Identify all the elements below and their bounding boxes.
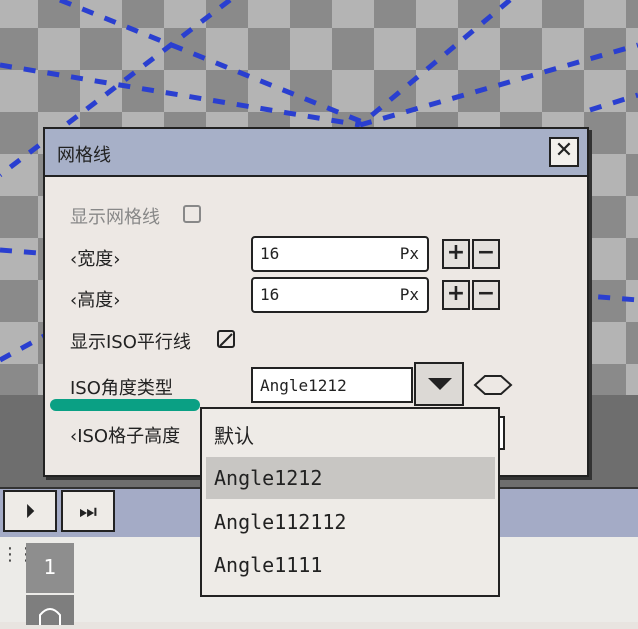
frame-cell[interactable]: [26, 595, 74, 625]
show-iso-checkbox[interactable]: [217, 330, 235, 348]
width-label: ‹宽度›: [70, 249, 121, 270]
drag-handle-icon[interactable]: ⋮⋮: [1, 546, 35, 580]
iso-angle-label: ISO角度类型: [70, 378, 173, 399]
height-label: ‹高度›: [70, 290, 121, 311]
dialog-titlebar[interactable]: 网格线 ✕: [45, 129, 587, 177]
height-decrement-button[interactable]: −: [472, 280, 500, 310]
iso-cell-height-label: ‹ISO格子高度: [70, 426, 181, 447]
close-button[interactable]: ✕: [549, 137, 579, 167]
height-field[interactable]: 16 Px: [251, 277, 429, 313]
show-iso-label: 显示ISO平行线: [70, 332, 191, 353]
width-field[interactable]: 16 Px: [251, 236, 429, 272]
onion-skin-icon: [39, 608, 61, 625]
height-increment-button[interactable]: +: [442, 280, 470, 310]
iso-angle-value: Angle1212: [260, 376, 347, 395]
height-value: 16: [260, 285, 280, 304]
width-increment-button[interactable]: +: [442, 239, 470, 269]
dropdown-option-angle112112[interactable]: Angle112112: [206, 501, 495, 543]
height-unit: Px: [399, 285, 419, 304]
focus-underline: [50, 399, 200, 411]
width-value: 16: [260, 244, 280, 263]
iso-angle-select[interactable]: Angle1212: [251, 367, 413, 403]
show-grid-label: 显示网格线: [70, 207, 160, 228]
iso-angle-dropdown-list: 默认 Angle1212 Angle112112 Angle1111: [200, 407, 500, 597]
show-grid-checkbox[interactable]: [183, 205, 201, 223]
dropdown-option-angle1212[interactable]: Angle1212: [206, 457, 495, 499]
skip-to-end-button[interactable]: ⏭: [61, 490, 115, 532]
iso-diamond-icon: [473, 375, 513, 395]
dropdown-option-angle1111[interactable]: Angle1111: [206, 544, 495, 586]
frame-number-cell[interactable]: 1: [26, 543, 74, 593]
width-unit: Px: [399, 244, 419, 263]
checkmark-icon: [219, 333, 233, 347]
dropdown-option-default[interactable]: 默认: [206, 415, 495, 457]
width-decrement-button[interactable]: −: [472, 239, 500, 269]
dropdown-arrow-button[interactable]: [414, 362, 464, 406]
dialog-title: 网格线: [57, 145, 111, 166]
play-button[interactable]: ⏵: [3, 490, 57, 532]
